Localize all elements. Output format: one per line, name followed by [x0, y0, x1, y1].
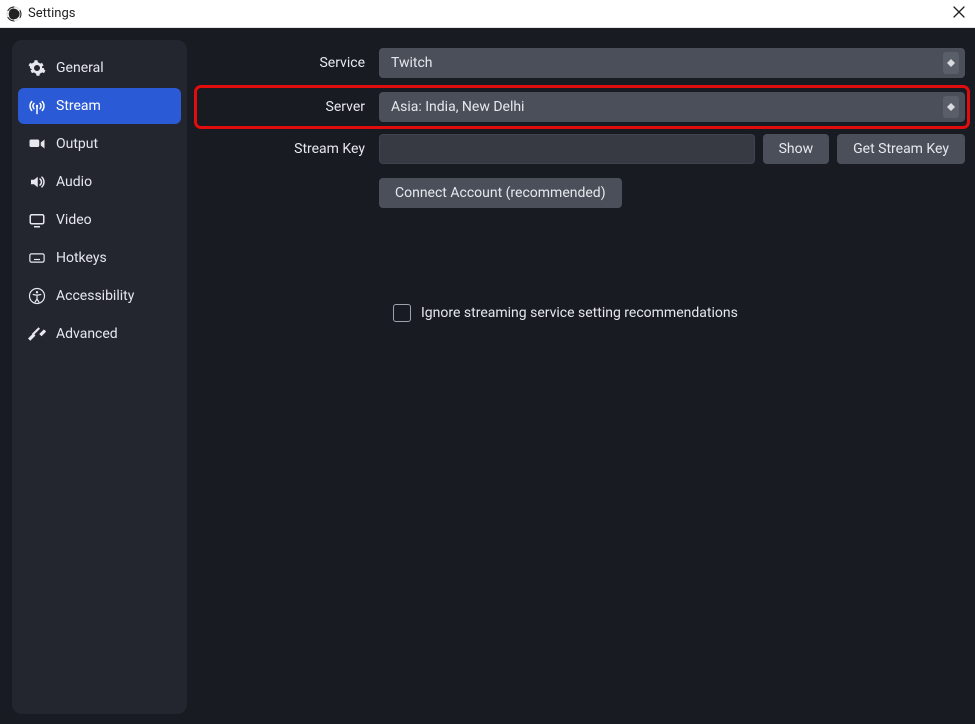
- service-dropdown[interactable]: Twitch: [379, 48, 965, 78]
- sidebar-item-label: General: [56, 60, 104, 76]
- close-icon[interactable]: [951, 4, 967, 24]
- sidebar-item-label: Output: [56, 136, 98, 152]
- settings-body: General Stream Output Audio: [0, 28, 975, 724]
- speaker-icon: [28, 173, 46, 191]
- sidebar-item-label: Accessibility: [56, 288, 134, 304]
- sidebar-item-stream[interactable]: Stream: [18, 88, 181, 124]
- service-label: Service: [199, 55, 379, 71]
- window-title: Settings: [28, 6, 75, 21]
- server-label: Server: [199, 99, 379, 115]
- sidebar-item-label: Stream: [56, 98, 101, 114]
- sidebar-item-label: Audio: [56, 174, 92, 190]
- sidebar-item-advanced[interactable]: Advanced: [18, 316, 181, 352]
- tools-icon: [28, 325, 46, 343]
- ignore-recommendations-label: Ignore streaming service setting recomme…: [421, 305, 738, 321]
- keyboard-icon: [28, 249, 46, 267]
- spin-icon: [943, 52, 959, 74]
- service-row: Service Twitch: [199, 48, 965, 78]
- ignore-recommendations-row: Ignore streaming service setting recomme…: [199, 304, 965, 322]
- settings-window: Settings General Stream: [0, 0, 975, 724]
- stream-settings-panel: Service Twitch Server Asia: In: [199, 40, 965, 714]
- output-icon: [28, 135, 46, 153]
- connect-account-row: Connect Account (recommended): [199, 178, 965, 208]
- antenna-icon: [28, 97, 46, 115]
- sidebar-item-label: Advanced: [56, 326, 118, 342]
- server-dropdown[interactable]: Asia: India, New Delhi: [379, 92, 965, 122]
- server-value: Asia: India, New Delhi: [391, 99, 524, 115]
- ignore-recommendations-checkbox[interactable]: [393, 304, 411, 322]
- settings-sidebar: General Stream Output Audio: [12, 40, 187, 714]
- titlebar-left: Settings: [6, 6, 75, 22]
- titlebar: Settings: [0, 0, 975, 28]
- gear-icon: [28, 59, 46, 77]
- service-value: Twitch: [391, 55, 433, 71]
- sidebar-item-accessibility[interactable]: Accessibility: [18, 278, 181, 314]
- sidebar-item-hotkeys[interactable]: Hotkeys: [18, 240, 181, 276]
- obs-app-icon: [6, 6, 22, 22]
- sidebar-item-label: Hotkeys: [56, 250, 107, 266]
- stream-key-row: Stream Key Show Get Stream Key: [199, 134, 965, 164]
- server-row: Server Asia: India, New Delhi: [199, 90, 965, 124]
- sidebar-item-general[interactable]: General: [18, 50, 181, 86]
- stream-key-input[interactable]: [379, 134, 755, 164]
- sidebar-item-output[interactable]: Output: [18, 126, 181, 162]
- accessibility-icon: [28, 287, 46, 305]
- stream-key-label: Stream Key: [199, 141, 379, 157]
- show-button[interactable]: Show: [763, 134, 830, 164]
- sidebar-item-video[interactable]: Video: [18, 202, 181, 238]
- monitor-icon: [28, 211, 46, 229]
- connect-account-button[interactable]: Connect Account (recommended): [379, 178, 622, 208]
- sidebar-item-label: Video: [56, 212, 92, 228]
- spin-icon: [943, 96, 959, 118]
- get-stream-key-button[interactable]: Get Stream Key: [837, 134, 965, 164]
- sidebar-item-audio[interactable]: Audio: [18, 164, 181, 200]
